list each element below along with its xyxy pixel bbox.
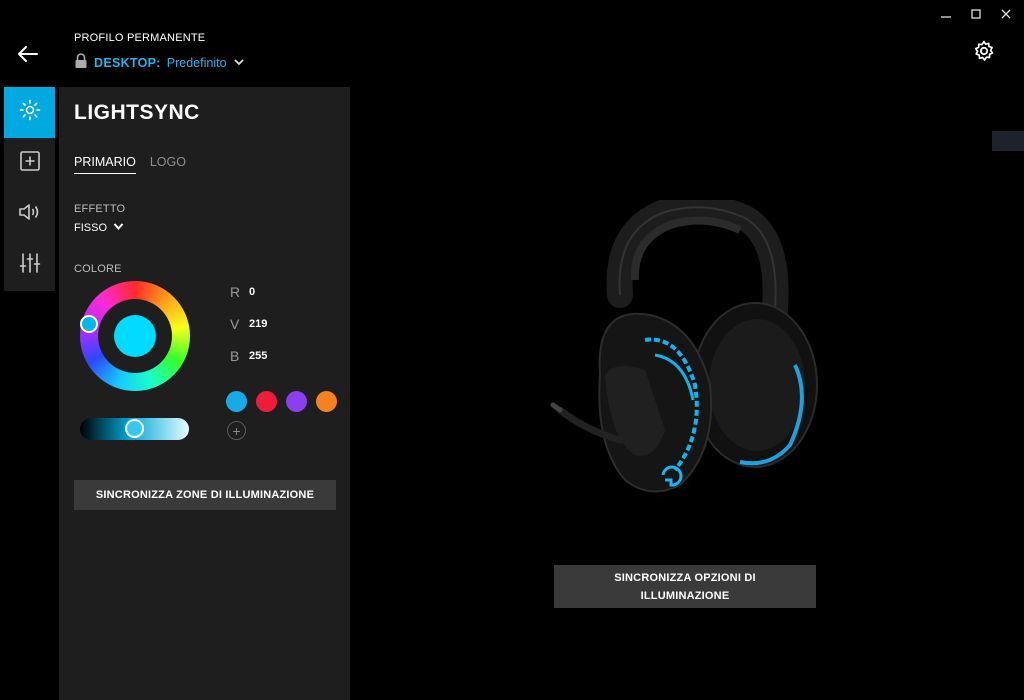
selected-color-preview xyxy=(114,315,156,357)
lightsync-panel: LIGHTSYNC PRIMARIO LOGO EFFETTO FISSO CO… xyxy=(59,87,350,700)
brightness-slider-thumb[interactable] xyxy=(125,419,144,438)
side-panel-tab[interactable] xyxy=(992,131,1024,151)
minimize-icon[interactable] xyxy=(938,6,954,22)
plus-square-icon xyxy=(18,149,42,178)
rail-item-assignments[interactable] xyxy=(4,138,55,189)
sync-lighting-options-button[interactable]: SINCRONIZZA OPZIONI DI ILLUMINAZIONE xyxy=(554,565,816,608)
close-icon[interactable] xyxy=(998,6,1014,22)
sync-options-line2: ILLUMINAZIONE xyxy=(640,589,730,602)
add-preset-icon[interactable]: + xyxy=(227,421,246,440)
sync-options-line1: SINCRONIZZA OPZIONI DI xyxy=(614,571,756,584)
rgb-red-value[interactable]: 0 xyxy=(249,286,255,298)
rgb-green-label: V xyxy=(230,316,240,332)
profile-selector[interactable]: DESKTOP: Predefinito xyxy=(74,53,245,72)
chevron-down-icon xyxy=(233,56,245,70)
color-preset[interactable] xyxy=(256,391,277,412)
effect-value: FISSO xyxy=(74,222,108,234)
rail-item-equalizer[interactable] xyxy=(4,240,55,291)
sync-zones-button[interactable]: SINCRONIZZA ZONE DI ILLUMINAZIONE xyxy=(74,480,336,510)
chevron-down-icon xyxy=(113,222,124,234)
color-label: COLORE xyxy=(74,263,122,275)
rgb-blue-label: B xyxy=(230,348,240,364)
feature-rail xyxy=(4,87,55,291)
rail-item-lightsync[interactable] xyxy=(4,87,55,138)
equalizer-icon xyxy=(18,251,42,280)
rgb-green-value[interactable]: 219 xyxy=(249,318,267,330)
tab-primario[interactable]: PRIMARIO xyxy=(74,155,136,174)
back-arrow-icon[interactable] xyxy=(14,40,42,68)
rgb-red: R 0 xyxy=(230,284,255,300)
tab-logo[interactable]: LOGO xyxy=(150,155,186,174)
zone-tabs: PRIMARIO LOGO xyxy=(74,155,186,174)
headset-image xyxy=(545,194,835,500)
color-presets xyxy=(226,391,337,412)
profile-name: Predefinito xyxy=(166,55,227,70)
rgb-blue: B 255 xyxy=(230,348,267,364)
color-preset[interactable] xyxy=(226,391,247,412)
effect-label: EFFETTO xyxy=(74,203,126,215)
maximize-icon[interactable] xyxy=(968,6,984,22)
window-controls xyxy=(938,6,1014,22)
color-wheel-center xyxy=(98,299,172,373)
panel-title: LIGHTSYNC xyxy=(74,101,200,124)
lock-icon xyxy=(74,53,88,72)
sun-icon xyxy=(18,98,42,127)
effect-dropdown[interactable]: FISSO xyxy=(74,222,124,234)
color-preset[interactable] xyxy=(316,391,337,412)
color-preset[interactable] xyxy=(286,391,307,412)
brightness-slider[interactable] xyxy=(80,418,189,440)
rgb-blue-value[interactable]: 255 xyxy=(249,350,267,362)
color-wheel-handle[interactable] xyxy=(80,315,98,333)
profile-device: DESKTOP: xyxy=(94,55,161,70)
gear-icon[interactable] xyxy=(972,39,996,63)
profile-title: PROFILO PERMANENTE xyxy=(74,32,206,44)
rgb-green: V 219 xyxy=(230,316,267,332)
rail-item-audio[interactable] xyxy=(4,189,55,240)
rgb-red-label: R xyxy=(230,284,241,300)
color-wheel[interactable] xyxy=(80,281,190,391)
speaker-icon xyxy=(17,200,43,229)
